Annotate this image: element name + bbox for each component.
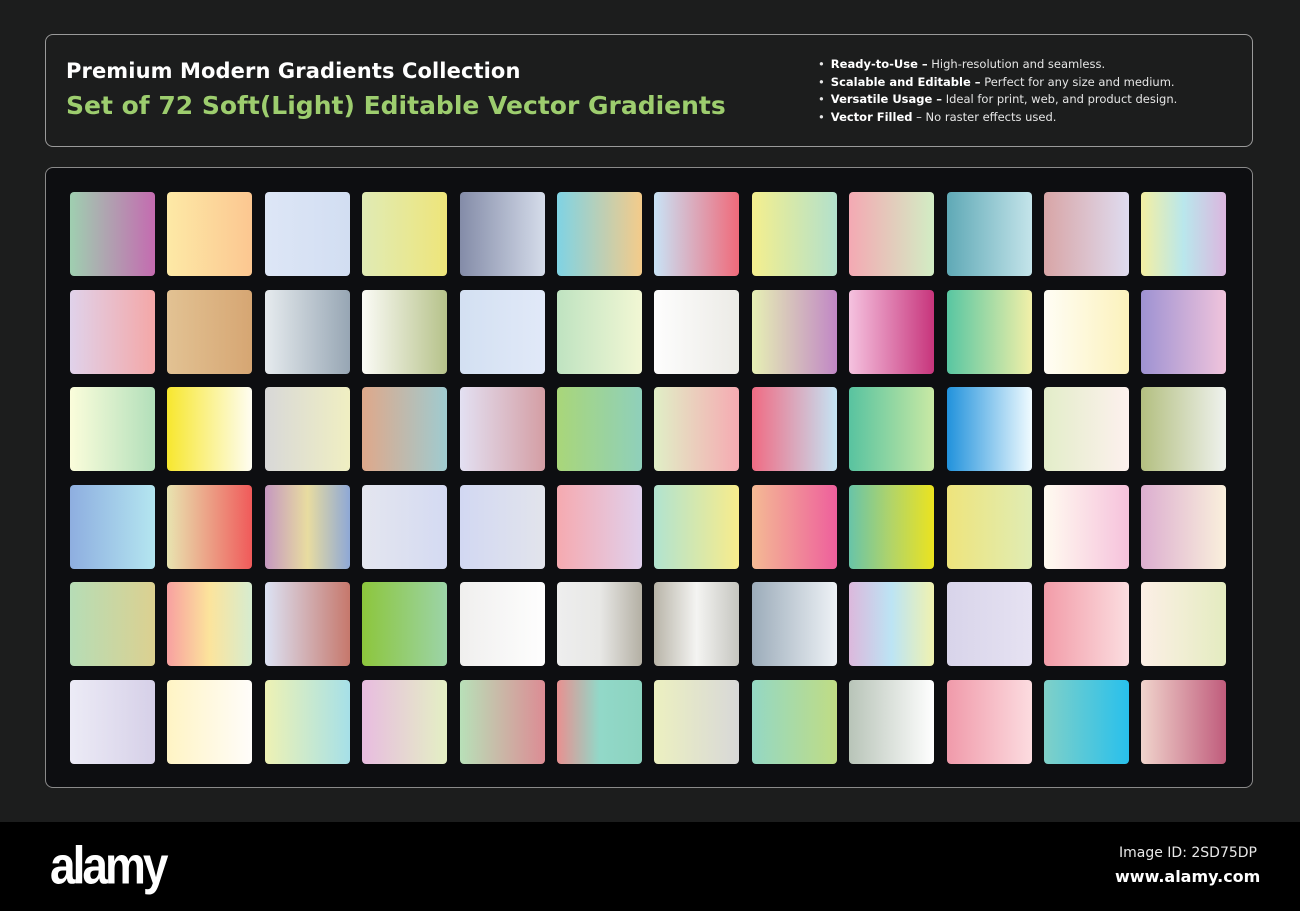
gradient-swatch: [264, 582, 350, 667]
gradient-swatch: [557, 289, 642, 374]
site-url: www.alamy.com: [1115, 867, 1261, 886]
gradient-swatch: [1044, 387, 1129, 472]
gradient-swatch: [264, 387, 350, 472]
gradient-swatch: [167, 289, 253, 374]
gradient-swatch: [654, 680, 740, 764]
gradient-swatch: [654, 582, 740, 667]
gradient-swatch: [70, 387, 155, 472]
gradient-swatch: [459, 192, 545, 276]
gradient-swatch: [362, 484, 448, 569]
feature-item: Scalable and Editable – Perfect for any …: [818, 74, 1177, 92]
feature-text: Ideal for print, web, and product design…: [942, 92, 1178, 106]
gradient-swatch: [557, 192, 642, 276]
gradient-swatch: [264, 289, 350, 374]
footer-bar: alamy Image ID: 2SD75DP www.alamy.com: [0, 822, 1300, 911]
gradient-swatch: [946, 582, 1032, 667]
gradient-swatch: [70, 192, 155, 276]
gradient-swatch: [1044, 484, 1129, 569]
gradient-swatch: [1141, 387, 1227, 472]
gradient-swatch: [751, 484, 837, 569]
feature-label: Vector Filled: [830, 109, 913, 124]
collection-subtitle: Set of 72 Soft(Light) Editable Vector Gr…: [66, 91, 726, 120]
gradient-swatch: [167, 582, 253, 667]
gradient-swatch: [362, 387, 448, 472]
gradient-swatch: [557, 680, 642, 764]
gradient-swatch: [751, 680, 837, 764]
gradient-swatch: [751, 192, 837, 276]
gradient-swatch: [362, 289, 448, 374]
feature-text: High-resolution and seamless.: [927, 57, 1106, 71]
gradient-swatch: [70, 582, 155, 667]
feature-list: Ready-to-Use – High-resolution and seaml…: [818, 56, 1177, 126]
feature-item: Ready-to-Use – High-resolution and seaml…: [818, 56, 1177, 74]
gradient-swatch: [1141, 582, 1227, 667]
gradient-swatch: [1141, 680, 1227, 764]
gradient-swatch: [946, 484, 1032, 569]
gradient-swatch: [362, 192, 448, 276]
gradient-swatch: [751, 582, 837, 667]
gradient-swatch: [1044, 289, 1129, 374]
header-panel: Premium Modern Gradients Collection Set …: [45, 34, 1253, 147]
gradient-swatch: [1141, 484, 1227, 569]
gradient-swatch: [849, 484, 935, 569]
gradient-swatch: [849, 387, 935, 472]
gradient-swatch: [264, 484, 350, 569]
feature-text: – No raster effects used.: [912, 109, 1057, 124]
gradient-swatch: [1141, 289, 1227, 374]
gradient-swatch: [557, 484, 642, 569]
gradient-swatch: [459, 484, 545, 569]
image-id: Image ID: 2SD75DP: [1119, 845, 1257, 861]
feature-item: Versatile Usage – Ideal for print, web, …: [818, 91, 1177, 109]
feature-label: Ready-to-Use –: [830, 57, 928, 71]
gradient-swatch: [264, 192, 350, 276]
gradient-swatch: [946, 192, 1032, 276]
gradient-swatch: [654, 289, 740, 374]
gradient-swatch: [849, 680, 935, 764]
gradient-swatch: [167, 484, 253, 569]
gradient-swatch: [70, 680, 155, 764]
gradient-swatch: [362, 582, 448, 667]
gradient-swatch: [946, 289, 1032, 374]
gradient-swatch: [264, 680, 350, 764]
gradient-swatch: [167, 192, 253, 276]
gradient-swatch: [849, 582, 935, 667]
gradient-swatch: [167, 387, 253, 472]
gradient-swatch: [70, 289, 155, 374]
gradient-swatch: [1044, 582, 1129, 667]
gradient-swatch: [946, 387, 1032, 472]
gradient-swatch: [849, 192, 935, 276]
gradient-swatch: [362, 680, 448, 764]
gradient-swatch: [459, 289, 545, 374]
gradient-swatch: [751, 387, 837, 472]
gradient-swatch: [557, 387, 642, 472]
gradient-swatch: [1044, 192, 1129, 276]
gradient-swatch: [459, 680, 545, 764]
feature-text: Perfect for any size and medium.: [980, 74, 1175, 89]
gradient-swatch: [557, 582, 642, 667]
alamy-logo: alamy: [50, 835, 168, 895]
feature-label: Versatile Usage –: [830, 92, 943, 106]
gradient-swatch: [946, 680, 1032, 764]
gradient-swatch: [654, 192, 740, 276]
feature-label: Scalable and Editable –: [830, 74, 981, 89]
gradient-swatch: [459, 387, 545, 472]
gradient-swatch: [167, 680, 253, 764]
gradient-swatch: [654, 484, 740, 569]
gradient-swatch: [1141, 192, 1227, 276]
gradient-swatch: [70, 484, 155, 569]
collection-title: Premium Modern Gradients Collection: [66, 59, 521, 83]
gradient-swatch: [459, 582, 545, 667]
gradient-grid: [45, 167, 1253, 788]
gradient-swatch: [1044, 680, 1129, 764]
gradient-swatch: [751, 289, 837, 374]
gradient-swatch: [654, 387, 740, 472]
feature-item: Vector Filled – No raster effects used.: [818, 109, 1177, 127]
gradient-swatch: [849, 289, 935, 374]
